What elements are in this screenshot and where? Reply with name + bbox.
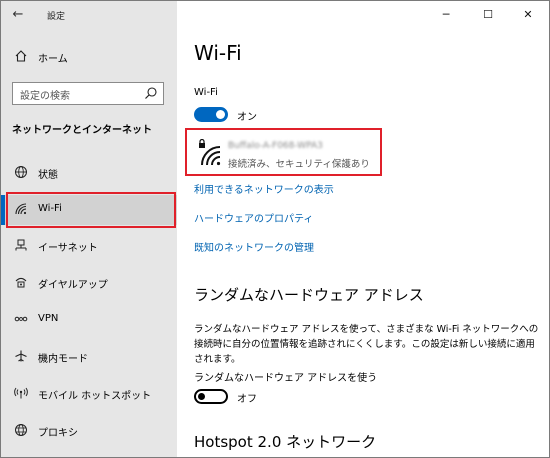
toggle-knob <box>198 393 205 400</box>
sidebar-item-label: 状態 <box>38 170 58 181</box>
toggle-knob <box>216 110 225 119</box>
airplane-icon <box>13 349 29 365</box>
page-title: Wi-Fi <box>194 41 242 65</box>
sidebar-item-label: 機内モード <box>38 354 88 365</box>
globe-icon <box>13 165 29 181</box>
proxy-globe-icon <box>13 423 29 439</box>
home-icon <box>13 49 29 65</box>
search-input[interactable]: 設定の検索 <box>12 82 164 105</box>
sidebar-item-label: イーサネット <box>38 243 98 254</box>
sidebar-item-status[interactable]: 状態 <box>1 158 177 188</box>
wifi-toggle[interactable] <box>194 107 228 122</box>
dialup-icon <box>13 275 29 291</box>
highlight-box-network <box>185 128 382 176</box>
settings-window: ← 設定 ホーム 設定の検索 ネットワークとインターネット 状態 Wi-Fi イ… <box>0 0 550 458</box>
wifi-label: Wi-Fi <box>194 87 218 98</box>
nav-home[interactable]: ホーム <box>1 45 177 71</box>
sidebar: ← 設定 ホーム 設定の検索 ネットワークとインターネット 状態 Wi-Fi イ… <box>1 1 177 457</box>
random-hw-toggle-state: オフ <box>237 394 257 405</box>
sidebar-item-label: モバイル ホットスポット <box>38 391 152 402</box>
search-placeholder: 設定の検索 <box>20 91 70 102</box>
title-bar: ← 設定 <box>1 1 177 31</box>
sidebar-item-proxy[interactable]: プロキシ <box>1 416 177 446</box>
nav-home-label: ホーム <box>38 54 68 65</box>
sidebar-item-airplane[interactable]: 機内モード <box>1 342 177 372</box>
sidebar-item-vpn[interactable]: VPN <box>1 305 177 335</box>
sidebar-item-ethernet[interactable]: イーサネット <box>1 231 177 261</box>
sidebar-item-dialup[interactable]: ダイヤルアップ <box>1 268 177 298</box>
sidebar-item-label: ダイヤルアップ <box>38 280 108 291</box>
section-title: ネットワークとインターネット <box>12 125 152 136</box>
wifi-toggle-state: オン <box>237 112 257 123</box>
hotspot-heading: Hotspot 2.0 ネットワーク <box>194 433 377 451</box>
hardware-properties-link[interactable]: ハードウェアのプロパティ <box>194 210 313 225</box>
known-networks-link[interactable]: 既知のネットワークの管理 <box>194 239 314 254</box>
ethernet-icon <box>13 238 29 254</box>
selection-indicator <box>1 195 5 225</box>
search-icon[interactable] <box>143 85 159 101</box>
sidebar-item-label: プロキシ <box>38 428 78 439</box>
random-hw-toggle-label: ランダムなハードウェア アドレスを使う <box>194 373 378 384</box>
random-hw-heading: ランダムなハードウェア アドレス <box>194 286 424 304</box>
sidebar-item-hotspot[interactable]: モバイル ホットスポット <box>1 379 177 409</box>
random-hw-toggle[interactable] <box>194 389 228 404</box>
hotspot-icon <box>13 386 29 402</box>
vpn-icon <box>13 312 29 328</box>
back-arrow-icon[interactable]: ← <box>7 5 29 25</box>
app-title: 設定 <box>47 12 66 22</box>
random-hw-description: ランダムなハードウェア アドレスを使って、さまざまな Wi-Fi ネットワークへ… <box>194 324 539 365</box>
main-content: Wi-Fi Wi-Fi オン Buffalo-A-F068-WPA3 接続済み、… <box>177 1 549 457</box>
available-networks-link[interactable]: 利用できるネットワークの表示 <box>194 181 334 196</box>
highlight-box-wifi <box>6 192 176 228</box>
sidebar-item-label: VPN <box>38 313 59 324</box>
